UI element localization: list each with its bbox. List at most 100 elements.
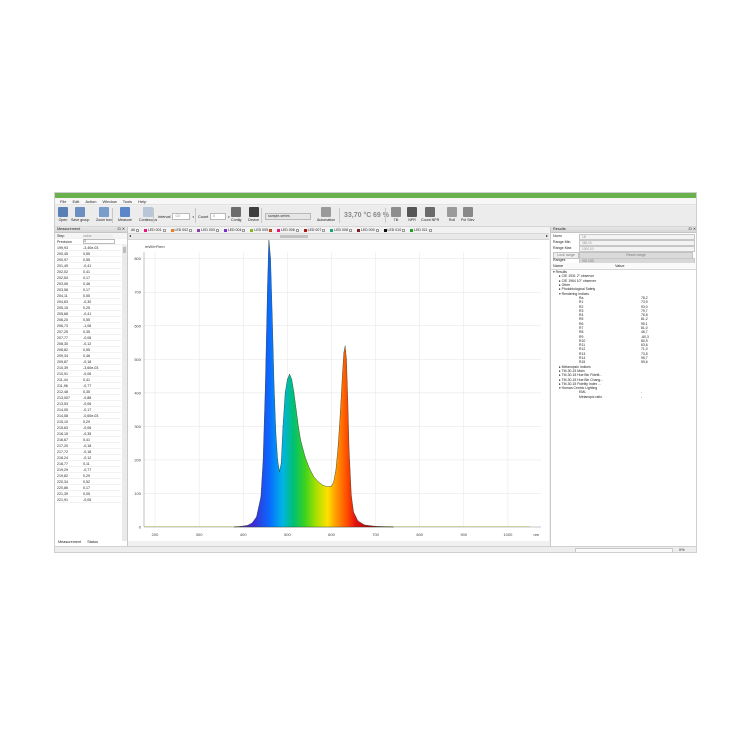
sample-select[interactable]: sample-series <box>265 213 311 220</box>
column-name-header[interactable]: Name <box>551 264 615 268</box>
value-cell: 0,41 <box>83 437 90 442</box>
wavelength-cell: 200,97 <box>57 257 68 262</box>
spectrum-point <box>273 385 275 387</box>
checkbox-icon[interactable] <box>162 228 166 232</box>
sample-select-value[interactable]: sample-series <box>265 213 311 220</box>
step-field[interactable]: value <box>83 233 113 238</box>
save-icon <box>75 207 86 217</box>
interval-control[interactable]: Interval 0,0 ▾ <box>158 213 194 220</box>
wavelength-cell: 221,91 <box>57 497 68 502</box>
count-field[interactable]: 0 <box>210 213 227 220</box>
value-cell: 0,17 <box>83 485 90 490</box>
wavelength-cell: 207,77 <box>57 335 68 340</box>
scroll-left-icon[interactable]: ◂ <box>129 233 131 238</box>
column-value-header[interactable]: Value <box>615 264 624 268</box>
measurement-panel: Measurement ⊡ ✕ Step value Precision 1 1… <box>55 227 128 547</box>
results-close-icon[interactable]: ⊡ ✕ <box>689 227 696 232</box>
checkbox-icon[interactable] <box>322 228 326 232</box>
tools-icon <box>231 207 242 217</box>
series-label: LED 001 <box>147 228 162 232</box>
precision-field[interactable]: 1 <box>83 239 115 244</box>
menu-help[interactable]: Help <box>135 199 149 204</box>
tab-measurement[interactable]: Measurement <box>58 540 81 544</box>
wavelength-cell: 199,93 <box>57 245 68 250</box>
measurement-panel-title: Measurement <box>57 227 81 231</box>
series-item[interactable]: LED 001 <box>143 228 166 232</box>
menu-action[interactable]: Action <box>82 199 99 204</box>
x-tick-label: 200 <box>152 532 159 537</box>
series-item[interactable]: LED 011 <box>410 228 432 232</box>
zoom-box-button[interactable]: Zoom box <box>96 207 112 222</box>
menu-window[interactable]: Window <box>99 199 119 204</box>
series-item[interactable]: LED 008 <box>330 228 352 232</box>
checkbox-icon[interactable] <box>135 228 139 232</box>
results-tree-row[interactable]: Melanopic ratio - <box>551 395 696 399</box>
series-item[interactable]: LED 007 <box>303 228 326 232</box>
checkbox-icon[interactable] <box>348 228 352 232</box>
device-button[interactable]: Device <box>248 207 259 222</box>
checkbox-icon[interactable] <box>215 228 219 232</box>
npr-button[interactable]: NPR <box>407 207 417 222</box>
checkbox-icon[interactable] <box>375 228 379 232</box>
measure-button[interactable]: Measure <box>118 207 132 222</box>
wavelength-cell: 209,34 <box>57 353 68 358</box>
series-color-swatch <box>277 228 281 232</box>
spectrum-point <box>326 486 328 488</box>
checkbox-icon[interactable] <box>242 228 246 232</box>
pol-stev-button[interactable]: Pol Stev <box>461 207 474 222</box>
value-cell: -0,18 <box>83 359 92 364</box>
count-npr-button[interactable]: Count NPR <box>421 207 439 222</box>
checkbox-icon[interactable] <box>295 228 299 232</box>
spectrum-point <box>313 476 315 477</box>
series-item[interactable]: LED 003 <box>197 228 219 232</box>
series-item[interactable]: LED 009 <box>356 228 379 232</box>
wavelength-cell: 201,49 <box>57 263 68 268</box>
series-bar: All LED 001 LED 002 LED 003 LED 004 LED 005 LE… <box>128 227 549 234</box>
checkbox-icon[interactable] <box>189 228 193 232</box>
checkbox-icon[interactable] <box>402 228 406 232</box>
tab-status[interactable]: Status <box>87 540 98 544</box>
config-button[interactable]: Config <box>231 207 241 222</box>
measurement-row[interactable]: 221,91 -0,05 <box>55 497 121 503</box>
continuous-button[interactable]: Continuous <box>139 207 157 222</box>
open-button[interactable]: Open <box>58 207 68 222</box>
menu-file[interactable]: File <box>57 199 69 204</box>
menu-tools[interactable]: Tools <box>120 199 135 204</box>
measurement-scrollbar[interactable] <box>122 245 127 541</box>
save-group-button[interactable]: Save group <box>71 207 89 222</box>
y-tick-label: 0 <box>139 525 142 530</box>
series-item[interactable]: LED 010 <box>383 228 406 232</box>
menu-edit[interactable]: Edit <box>69 199 82 204</box>
step-label: Step <box>57 233 65 238</box>
value-cell: -0,05 <box>83 497 92 502</box>
wavelength-cell: 211,96 <box>57 383 68 388</box>
toolbar-button-label: Continuous <box>139 218 158 222</box>
tilt-button[interactable]: Tilt <box>391 207 401 222</box>
automation-button[interactable]: Automation <box>317 207 335 222</box>
series-item[interactable]: LED 002 <box>170 228 193 232</box>
series-item[interactable]: LED 006 <box>277 228 299 232</box>
count-control[interactable]: Count 0 ▾ <box>198 213 230 220</box>
checkbox-icon[interactable] <box>269 228 273 232</box>
y-tick-label: 600 <box>134 323 141 328</box>
value-cell: -0,06 <box>83 371 92 376</box>
scroll-right-icon[interactable]: ▸ <box>546 233 548 238</box>
panel-close-icon[interactable]: ⊡ ✕ <box>118 227 125 232</box>
series-item[interactable]: LED 004 <box>223 228 246 232</box>
series-label: LED 002 <box>174 228 189 232</box>
roll-button[interactable]: Roll <box>447 207 457 222</box>
series-all-label: All <box>131 228 135 232</box>
toolbar-button-label: Open <box>58 218 68 222</box>
wavelength-cell: 213,007 <box>57 395 70 400</box>
scroll-thumb[interactable] <box>280 235 308 238</box>
series-item[interactable]: LED 005 <box>250 228 273 232</box>
spectrum-point <box>265 385 266 387</box>
series-color-swatch <box>197 228 201 232</box>
roll-icon <box>447 207 457 217</box>
checkbox-icon[interactable] <box>428 228 432 232</box>
spectrum-chart[interactable]: 200 300 400 500 600 700 800 900 1000 0 100 200 300 40… <box>128 238 549 541</box>
wavelength-cell: 211,44 <box>57 377 68 382</box>
series-all-toggle[interactable]: All <box>131 228 139 232</box>
interval-field[interactable]: 0,0 <box>172 213 191 220</box>
series-color-swatch <box>303 228 307 232</box>
